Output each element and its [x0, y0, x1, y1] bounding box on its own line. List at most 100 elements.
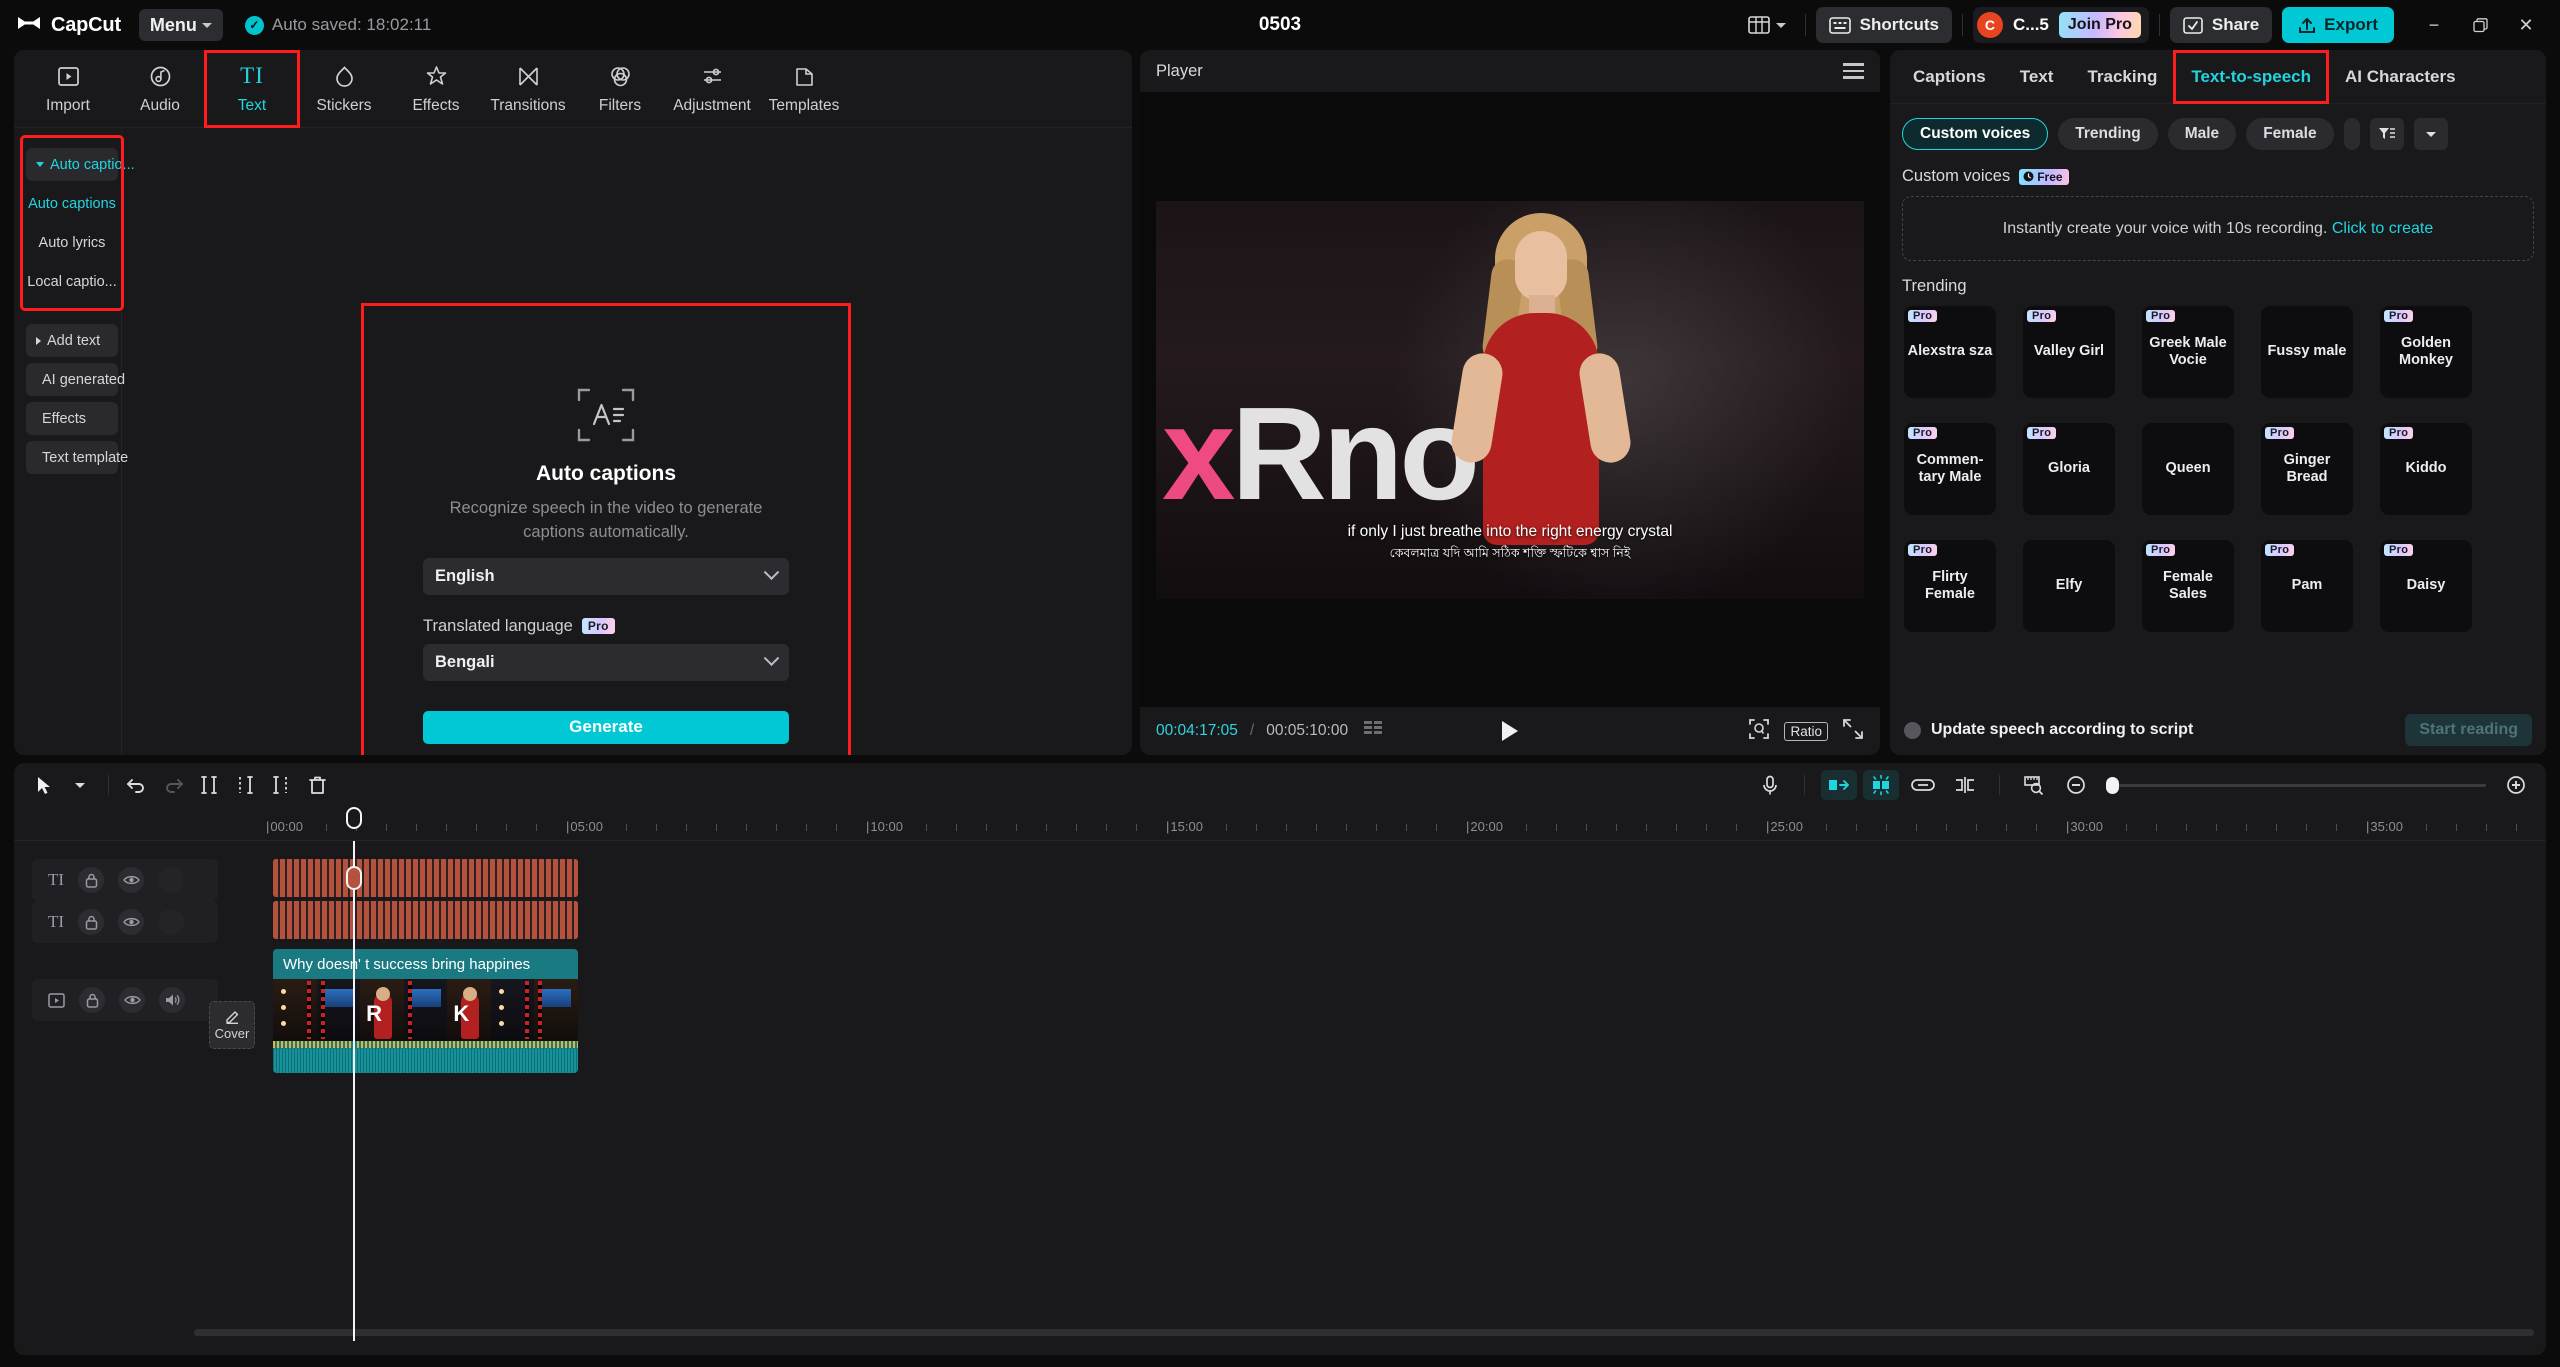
select-dropdown-icon[interactable]: [62, 770, 98, 800]
playhead-clip-handle[interactable]: [346, 866, 362, 890]
chip-female[interactable]: Female: [2246, 118, 2334, 150]
close-button[interactable]: ✕: [2504, 7, 2548, 43]
start-reading-button[interactable]: Start reading: [2405, 714, 2532, 746]
generate-button[interactable]: Generate: [423, 710, 789, 744]
expand-chevron-icon[interactable]: [2413, 118, 2448, 150]
cover-button[interactable]: Cover: [209, 1001, 255, 1049]
split-marker-icon[interactable]: [1947, 770, 1983, 800]
voice-card[interactable]: Pro Kiddo: [2380, 423, 2472, 515]
voice-card[interactable]: Pro Valley Girl: [2023, 306, 2115, 398]
speaker-icon[interactable]: [159, 987, 185, 1013]
sidebar-item-ai-generated[interactable]: AI generated: [26, 363, 125, 396]
eye-icon[interactable]: [118, 909, 145, 935]
voice-card[interactable]: Fussy male: [2261, 306, 2353, 398]
voice-card[interactable]: Elfy: [2023, 540, 2115, 632]
sidebar-item-add-text[interactable]: Add text: [26, 324, 118, 357]
voice-card[interactable]: Pro Pam: [2261, 540, 2353, 632]
nav-tab-templates[interactable]: Templates: [758, 52, 850, 126]
ruler-icon[interactable]: [2016, 770, 2052, 800]
chip-custom-voices[interactable]: Custom voices: [1902, 118, 2049, 150]
microphone-icon[interactable]: [1752, 770, 1788, 800]
zoom-out-icon[interactable]: [2058, 770, 2094, 800]
mirror-icon[interactable]: [1821, 770, 1857, 800]
join-pro-button[interactable]: Join Pro: [2058, 12, 2141, 38]
sidebar-item-local-captions[interactable]: Local captio...: [26, 265, 118, 298]
playhead[interactable]: [346, 807, 362, 1341]
zoom-in-icon[interactable]: [2498, 770, 2534, 800]
voice-card[interactable]: Pro Flirty Female: [1904, 540, 1996, 632]
delete-icon[interactable]: [299, 770, 335, 800]
trim-left-icon[interactable]: [227, 770, 263, 800]
nav-tab-transitions[interactable]: Transitions: [482, 52, 574, 126]
eye-icon[interactable]: [118, 867, 145, 893]
menu-button[interactable]: Menu: [138, 9, 223, 41]
minimize-button[interactable]: −: [2412, 7, 2456, 43]
text-clip-2[interactable]: [273, 901, 578, 939]
zoom-slider-knob[interactable]: [2106, 776, 2119, 794]
source-language-select[interactable]: English: [423, 557, 789, 595]
link-icon[interactable]: [1905, 770, 1941, 800]
playlist-icon[interactable]: [1364, 720, 1386, 742]
eye-icon[interactable]: [119, 987, 145, 1013]
undo-icon[interactable]: [119, 770, 155, 800]
tab-ai-characters[interactable]: AI Characters: [2328, 51, 2473, 103]
redo-icon[interactable]: [155, 770, 191, 800]
split-icon[interactable]: [191, 770, 227, 800]
filter-icon[interactable]: [2369, 118, 2404, 150]
playhead-handle[interactable]: [346, 807, 362, 829]
menu-icon[interactable]: [1843, 63, 1864, 79]
tab-tracking[interactable]: Tracking: [2070, 51, 2174, 103]
nav-tab-import[interactable]: Import: [22, 52, 114, 126]
create-voice-link[interactable]: Click to create: [2332, 220, 2433, 238]
nav-tab-filters[interactable]: Filters: [574, 52, 666, 126]
sidebar-item-auto-captions-group[interactable]: Auto captio...: [26, 148, 135, 181]
sidebar-item-auto-lyrics[interactable]: Auto lyrics: [26, 226, 118, 259]
update-speech-checkbox[interactable]: [1904, 721, 1921, 739]
video-clip[interactable]: RK: [273, 979, 578, 1073]
caption-clip[interactable]: Why doesn' t success bring happines: [273, 949, 578, 979]
voice-card[interactable]: Pro Female Sales: [2142, 540, 2234, 632]
nav-tab-adjustment[interactable]: Adjustment: [666, 52, 758, 126]
fullscreen-icon[interactable]: [1842, 718, 1864, 745]
voice-card[interactable]: Pro Alexstra sza: [1904, 306, 1996, 398]
voice-card[interactable]: Queen: [2142, 423, 2234, 515]
create-voice-box[interactable]: Instantly create your voice with 10s rec…: [1902, 196, 2534, 261]
text-clip-1[interactable]: [273, 859, 578, 897]
sidebar-item-text-template[interactable]: Text template: [26, 441, 128, 474]
lock-icon[interactable]: [79, 987, 105, 1013]
nav-tab-effects[interactable]: Effects: [390, 52, 482, 126]
maximize-button[interactable]: [2458, 7, 2502, 43]
trim-right-icon[interactable]: [263, 770, 299, 800]
tab-captions[interactable]: Captions: [1896, 51, 2003, 103]
play-icon[interactable]: [1502, 721, 1518, 741]
nav-tab-audio[interactable]: Audio: [114, 52, 206, 126]
voice-card[interactable]: Pro Greek Male Vocie: [2142, 306, 2234, 398]
chip-overflow[interactable]: [2343, 118, 2360, 150]
chip-trending[interactable]: Trending: [2058, 118, 2158, 150]
video-preview[interactable]: x Rno if only I just breathe into the rig…: [1156, 200, 1864, 599]
zoom-slider[interactable]: [2106, 776, 2486, 794]
nav-tab-text[interactable]: TI Text: [204, 50, 300, 128]
timeline-ruler[interactable]: 00:00 05:00 10:00 15:00 20:00 25:00 30:0…: [14, 811, 2546, 841]
lock-icon[interactable]: [78, 867, 105, 893]
chip-male[interactable]: Male: [2167, 118, 2237, 150]
voice-card[interactable]: Pro Daisy: [2380, 540, 2472, 632]
export-button[interactable]: Export: [2282, 7, 2394, 43]
tab-text[interactable]: Text: [2003, 51, 2071, 103]
select-icon[interactable]: [26, 770, 62, 800]
lock-icon[interactable]: [78, 909, 105, 935]
account-chip[interactable]: C C...5 Join Pro: [1972, 7, 2149, 43]
voice-card[interactable]: Pro Commen-tary Male: [1904, 423, 1996, 515]
nav-tab-stickers[interactable]: Stickers: [298, 52, 390, 126]
voice-card[interactable]: Pro Golden Monkey: [2380, 306, 2472, 398]
voice-card[interactable]: Pro Gloria: [2023, 423, 2115, 515]
timeline-hscrollbar[interactable]: [194, 1329, 2534, 1336]
share-button[interactable]: Share: [2169, 7, 2273, 43]
ratio-button[interactable]: Ratio: [1784, 721, 1828, 741]
freeze-icon[interactable]: [1863, 770, 1899, 800]
voice-card[interactable]: Pro Ginger Bread: [2261, 423, 2353, 515]
translated-language-select[interactable]: Bengali: [423, 643, 789, 681]
tab-text-to-speech[interactable]: Text-to-speech: [2173, 50, 2330, 104]
sidebar-item-auto-captions[interactable]: Auto captions: [26, 187, 118, 220]
shortcuts-button[interactable]: Shortcuts: [1815, 7, 1952, 43]
